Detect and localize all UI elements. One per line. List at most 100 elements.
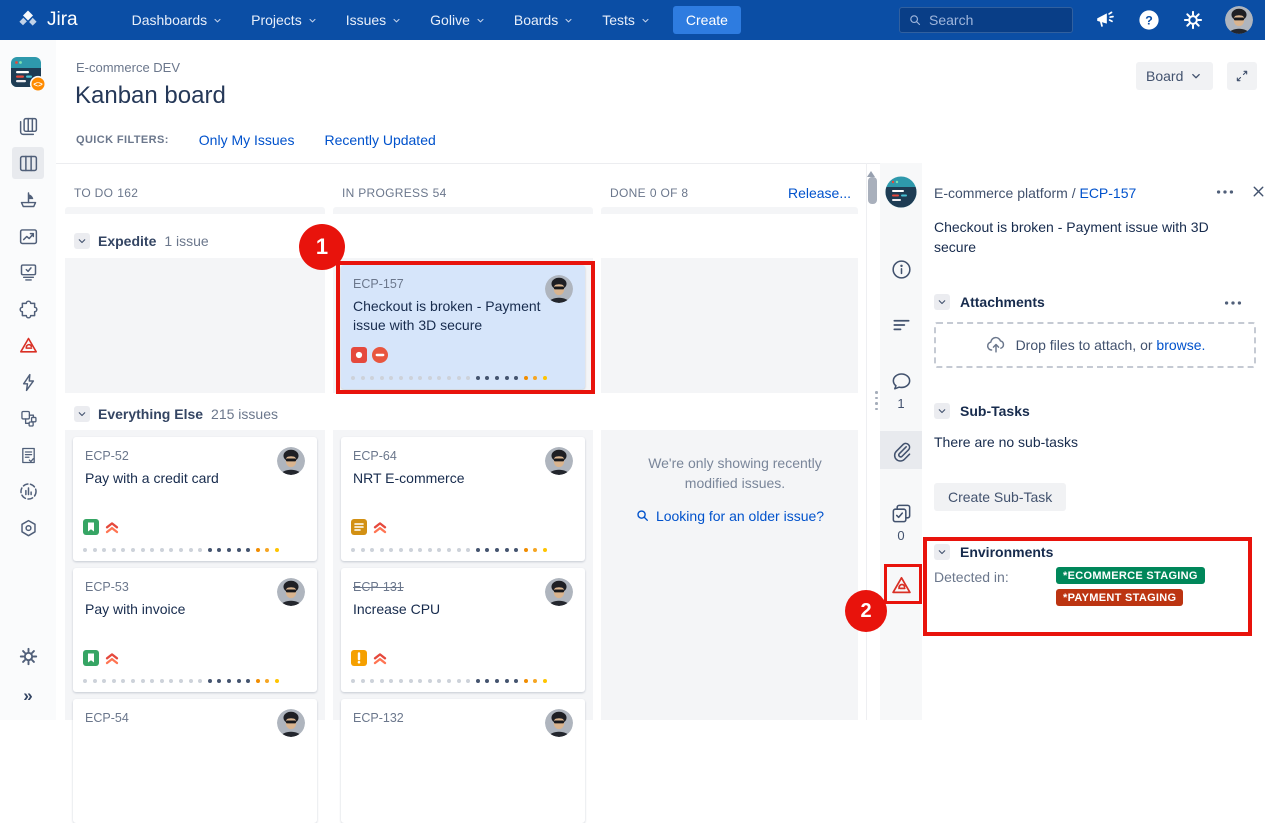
browse-link[interactable]: browse. bbox=[1156, 337, 1205, 353]
drag-handle[interactable] bbox=[875, 391, 878, 410]
rail-comments-icon[interactable] bbox=[880, 369, 922, 393]
issue-card-ECP-64[interactable]: ECP-64 NRT E-commerce bbox=[341, 437, 585, 561]
megaphone-icon[interactable] bbox=[1093, 8, 1117, 32]
chevron-down-icon bbox=[76, 408, 88, 420]
rail-details-icon[interactable] bbox=[880, 313, 922, 337]
recently-modified-message: We're only showing recently modified iss… bbox=[623, 453, 847, 494]
nav-item-golive[interactable]: Golive bbox=[416, 0, 500, 40]
issue-card-ECP-157[interactable]: ECP-157 Checkout is broken - Payment iss… bbox=[341, 265, 585, 389]
sidebar-kanban-board-icon[interactable] bbox=[12, 147, 44, 179]
top-navigation: Jira DashboardsProjectsIssuesGoliveBoard… bbox=[0, 0, 1265, 40]
nav-item-tests[interactable]: Tests bbox=[588, 0, 665, 40]
issue-key: ECP-54 bbox=[85, 711, 129, 725]
collapse-section-button[interactable] bbox=[934, 294, 950, 310]
sidebar-icons bbox=[0, 106, 56, 544]
user-avatar[interactable] bbox=[1225, 6, 1253, 34]
board-menu-button[interactable]: Board bbox=[1136, 62, 1213, 90]
nav-item-dashboards[interactable]: Dashboards bbox=[118, 0, 238, 40]
attachment-dropzone[interactable]: Drop files to attach, or browse. bbox=[934, 322, 1256, 368]
jira-logo[interactable]: Jira bbox=[16, 8, 78, 32]
swimlane-count: 1 issue bbox=[164, 233, 208, 249]
issue-card-ECP-54[interactable]: ECP-54 bbox=[73, 699, 317, 823]
highest-icon bbox=[104, 650, 120, 666]
issue-card-ECP-53[interactable]: ECP-53 Pay with invoice bbox=[73, 568, 317, 692]
filter-only-my-issues[interactable]: Only My Issues bbox=[199, 132, 295, 148]
nav-item-issues[interactable]: Issues bbox=[332, 0, 416, 40]
more-actions-icon[interactable] bbox=[1214, 181, 1236, 203]
sidebar-automation-icon[interactable] bbox=[12, 366, 44, 398]
issue-card-ECP-132[interactable]: ECP-132 bbox=[341, 699, 585, 823]
search-input[interactable] bbox=[929, 12, 1064, 28]
swimlane-label: Everything Else bbox=[98, 406, 203, 422]
sidebar-releases-icon[interactable] bbox=[12, 184, 44, 216]
project-avatar[interactable] bbox=[885, 176, 917, 208]
issue-key: ECP-53 bbox=[85, 580, 129, 594]
section-label: Attachments bbox=[960, 294, 1045, 310]
highest-icon bbox=[372, 650, 388, 666]
rail-info-icon[interactable] bbox=[880, 257, 922, 281]
sidebar-insights-icon[interactable] bbox=[12, 476, 44, 508]
create-subtask-button[interactable]: Create Sub-Task bbox=[934, 483, 1066, 511]
sidebar-reports-icon[interactable] bbox=[12, 220, 44, 252]
issue-key-link[interactable]: ECP-157 bbox=[1079, 185, 1136, 201]
chevron-down-icon bbox=[936, 405, 948, 417]
rail-subtasks-icon[interactable] bbox=[880, 501, 922, 525]
main-menu: DashboardsProjectsIssuesGoliveBoardsTest… bbox=[118, 0, 665, 40]
collapse-section-button[interactable] bbox=[934, 403, 950, 419]
issue-detail-panel: E-commerce platform / ECP-157 Checkout i… bbox=[922, 163, 1265, 720]
project-sidebar: <> » bbox=[0, 40, 56, 720]
collapse-swimlane-button[interactable] bbox=[74, 406, 90, 422]
sidebar-structure-icon[interactable] bbox=[12, 403, 44, 435]
svg-text:<>: <> bbox=[33, 80, 43, 89]
collapse-section-button[interactable] bbox=[934, 544, 950, 560]
issue-key: ECP-157 bbox=[353, 277, 404, 291]
nav-item-projects[interactable]: Projects bbox=[237, 0, 332, 40]
column-header-inprogress: IN PROGRESS54 bbox=[342, 186, 447, 200]
environment-badge[interactable]: *PAYMENT STAGING bbox=[1056, 589, 1183, 606]
close-icon[interactable] bbox=[1250, 183, 1265, 200]
breadcrumb[interactable]: E-commerce DEV bbox=[76, 60, 180, 75]
sidebar-raygun-icon[interactable] bbox=[12, 330, 44, 362]
sidebar-addons-icon[interactable] bbox=[12, 293, 44, 325]
story-icon bbox=[83, 519, 99, 535]
done-expedite-cell bbox=[601, 258, 858, 393]
detected-in-label: Detected in: bbox=[934, 569, 1009, 585]
fullscreen-button[interactable] bbox=[1227, 62, 1257, 90]
inprogress-expedite-cell: ECP-157 Checkout is broken - Payment iss… bbox=[333, 258, 593, 393]
swimlane-label: Expedite bbox=[98, 233, 156, 249]
create-button[interactable]: Create bbox=[673, 6, 741, 34]
older-issue-link[interactable]: Looking for an older issue? bbox=[635, 508, 824, 524]
gear-icon[interactable] bbox=[1181, 8, 1205, 32]
sidebar-checklist-icon[interactable] bbox=[12, 439, 44, 471]
project-avatar[interactable]: <> bbox=[10, 56, 46, 92]
environment-badge[interactable]: *ECOMMERCE STAGING bbox=[1056, 567, 1205, 584]
issue-card-ECP-131[interactable]: ECP-131 Increase CPU bbox=[341, 568, 585, 692]
rail-attachment-icon[interactable] bbox=[880, 439, 922, 463]
chevron-down-icon bbox=[563, 15, 574, 26]
project-name[interactable]: E-commerce platform bbox=[934, 185, 1068, 201]
issue-key: ECP-131 bbox=[353, 580, 404, 594]
sidebar-boards-stack-icon[interactable] bbox=[12, 111, 44, 143]
sidebar-monitor-check-icon[interactable] bbox=[12, 257, 44, 289]
issue-card-ECP-52[interactable]: ECP-52 Pay with a credit card bbox=[73, 437, 317, 561]
help-icon[interactable]: ? bbox=[1137, 8, 1161, 32]
board-settings-gear-icon[interactable] bbox=[12, 640, 44, 672]
chevron-down-icon bbox=[1189, 69, 1203, 83]
subtasks-section-header: Sub-Tasks bbox=[934, 403, 1030, 419]
sidebar-settings-hex-icon[interactable] bbox=[12, 512, 44, 544]
section-label: Environments bbox=[960, 544, 1053, 560]
issue-badges bbox=[351, 519, 388, 535]
global-search[interactable] bbox=[899, 7, 1073, 33]
days-in-column-dots bbox=[351, 679, 547, 683]
collapse-swimlane-button[interactable] bbox=[74, 233, 90, 249]
issue-breadcrumb: E-commerce platform / ECP-157 bbox=[934, 185, 1136, 201]
release-link[interactable]: Release... bbox=[601, 185, 851, 201]
rail-raygun-icon[interactable] bbox=[880, 573, 922, 597]
filter-recently-updated[interactable]: Recently Updated bbox=[324, 132, 435, 148]
panel-scrollbar-thumb[interactable] bbox=[868, 177, 877, 204]
nav-item-boards[interactable]: Boards bbox=[500, 0, 588, 40]
issue-badges bbox=[351, 650, 388, 666]
expand-sidebar-icon[interactable]: » bbox=[23, 686, 32, 706]
attachments-more-icon[interactable] bbox=[1222, 292, 1244, 314]
days-in-column-dots bbox=[351, 376, 547, 380]
